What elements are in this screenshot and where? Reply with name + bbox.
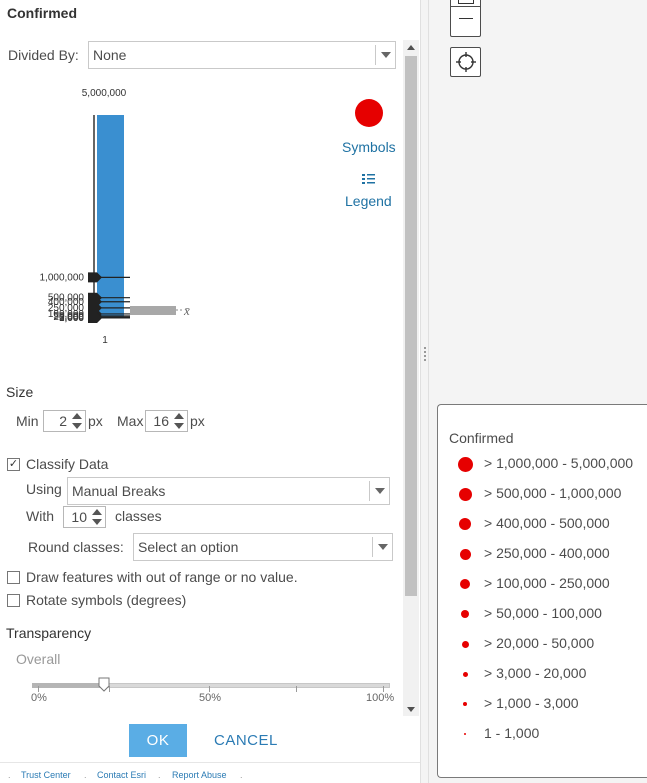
with-label: With xyxy=(26,508,54,524)
ok-button[interactable]: OK xyxy=(129,724,187,757)
legend-item-label: > 400,000 - 500,000 xyxy=(484,515,610,531)
crosshair-icon xyxy=(455,52,476,72)
transparency-slider-fill xyxy=(32,683,104,688)
legend-item-label: > 3,000 - 20,000 xyxy=(484,665,587,681)
stepper-down-icon[interactable] xyxy=(174,423,184,429)
slider-handle-icon[interactable] xyxy=(98,677,110,692)
min-size-value: 2 xyxy=(59,413,67,429)
footer-separator: . xyxy=(158,770,161,780)
classify-data-checkbox[interactable]: ✓ xyxy=(7,458,20,471)
max-size-value: 16 xyxy=(153,413,169,429)
rotate-symbols-checkbox[interactable] xyxy=(7,594,20,607)
divided-by-select[interactable]: None xyxy=(88,41,396,69)
legend-symbol-icon xyxy=(461,610,469,618)
footer-link-trust-center[interactable]: Trust Center xyxy=(21,770,71,780)
footer-link-report-abuse[interactable]: Report Abuse xyxy=(172,770,227,780)
chart-max-label: 5,000,000 xyxy=(82,88,127,99)
legend-symbol-icon xyxy=(459,548,471,560)
legend-symbol-icon xyxy=(460,579,470,589)
symbol-preview-icon[interactable] xyxy=(355,99,383,127)
mean-label: x̄ xyxy=(183,303,190,318)
classification-method-select[interactable]: Manual Breaks xyxy=(67,477,390,505)
legend-symbol-icon xyxy=(464,733,466,735)
classes-stepper[interactable]: 10 xyxy=(63,506,106,528)
min-size-stepper[interactable]: 2 xyxy=(43,410,86,432)
transparency-title: Transparency xyxy=(6,625,92,641)
class-break-label: 1,000 xyxy=(59,313,84,324)
class-break-label: 1,000,000 xyxy=(40,272,85,283)
max-size-stepper[interactable]: 16 xyxy=(145,410,188,432)
legend-symbol-icon xyxy=(463,702,467,706)
divided-by-label: Divided By: xyxy=(8,47,79,63)
using-label: Using xyxy=(26,481,62,497)
scroll-down-icon[interactable] xyxy=(403,702,419,716)
legend-item-label: > 250,000 - 400,000 xyxy=(484,545,610,561)
legend-button[interactable]: Legend xyxy=(345,193,392,209)
scroll-up-icon[interactable] xyxy=(403,40,419,54)
legend-item-label: 1 - 1,000 xyxy=(484,725,540,741)
scrollbar-thumb[interactable] xyxy=(405,56,417,596)
size-title: Size xyxy=(6,384,34,400)
legend-symbol-icon xyxy=(459,518,471,530)
stepper-up-icon[interactable] xyxy=(72,413,82,419)
max-label: Max xyxy=(117,413,144,429)
minus-icon[interactable] xyxy=(459,18,473,19)
footer-separator: . xyxy=(240,770,243,780)
legend-item-label: > 50,000 - 100,000 xyxy=(484,605,602,621)
legend-symbol-icon xyxy=(458,487,472,501)
min-unit: px xyxy=(88,413,103,429)
legend-item-label: > 20,000 - 50,000 xyxy=(484,635,595,651)
zoom-divider xyxy=(451,6,480,7)
footer-separator: . xyxy=(8,770,11,780)
panel-splitter[interactable] xyxy=(420,0,429,783)
legend-symbol-icon xyxy=(457,456,473,472)
overall-label: Overall xyxy=(16,651,61,667)
classify-data-label: Classify Data xyxy=(26,456,109,472)
legend-item-label: > 100,000 - 250,000 xyxy=(484,575,610,591)
list-icon[interactable] xyxy=(362,173,376,187)
symbols-button[interactable]: Symbols xyxy=(342,139,396,155)
draw-out-of-range-label: Draw features with out of range or no va… xyxy=(26,569,298,585)
classes-value: 10 xyxy=(71,509,87,525)
slider-label-mid: 50% xyxy=(199,692,222,704)
draw-out-of-range-checkbox[interactable] xyxy=(7,571,20,584)
divided-by-value: None xyxy=(93,47,127,63)
chevron-down-icon[interactable] xyxy=(372,537,392,557)
map-legend-title: Confirmed xyxy=(449,430,514,446)
stepper-down-icon[interactable] xyxy=(72,423,82,429)
slider-label-min: 0% xyxy=(31,692,47,704)
max-unit: px xyxy=(190,413,205,429)
stepper-down-icon[interactable] xyxy=(92,519,102,525)
legend-item-label: > 1,000,000 - 5,000,000 xyxy=(484,455,634,471)
cancel-button[interactable]: CANCEL xyxy=(214,732,278,749)
drag-handle-icon[interactable] xyxy=(424,347,426,363)
legend-item-label: > 1,000 - 3,000 xyxy=(484,695,579,711)
classes-suffix: classes xyxy=(115,508,162,524)
zoom-in-icon[interactable] xyxy=(458,0,474,4)
histogram-chart: 5,000,0001,000,000500,000400,000250,0001… xyxy=(40,88,191,346)
legend-item-label: > 500,000 - 1,000,000 xyxy=(484,485,622,501)
legend-symbol-icon xyxy=(461,640,469,648)
footer-link-contact-esri[interactable]: Contact Esri xyxy=(97,770,146,780)
legend-symbol-icon xyxy=(462,671,468,677)
stepper-up-icon[interactable] xyxy=(92,509,102,515)
round-classes-value: Select an option xyxy=(138,539,239,555)
zoom-controls xyxy=(450,0,481,37)
chart-bar xyxy=(97,115,124,318)
classification-method-value: Manual Breaks xyxy=(72,483,166,499)
locate-button[interactable] xyxy=(450,47,481,77)
chevron-down-icon[interactable] xyxy=(369,481,389,501)
slider-tick xyxy=(296,686,297,692)
panel-title: Confirmed xyxy=(7,5,77,21)
chart-category-label: 1 xyxy=(102,335,108,346)
stepper-up-icon[interactable] xyxy=(174,413,184,419)
chevron-down-icon xyxy=(375,45,395,65)
round-classes-label: Round classes: xyxy=(28,539,124,555)
footer-separator: . xyxy=(84,770,87,780)
mean-bar xyxy=(130,306,176,315)
slider-label-max: 100% xyxy=(366,692,395,704)
rotate-symbols-label: Rotate symbols (degrees) xyxy=(26,592,187,608)
min-label: Min xyxy=(16,413,39,429)
round-classes-select[interactable]: Select an option xyxy=(133,533,393,561)
